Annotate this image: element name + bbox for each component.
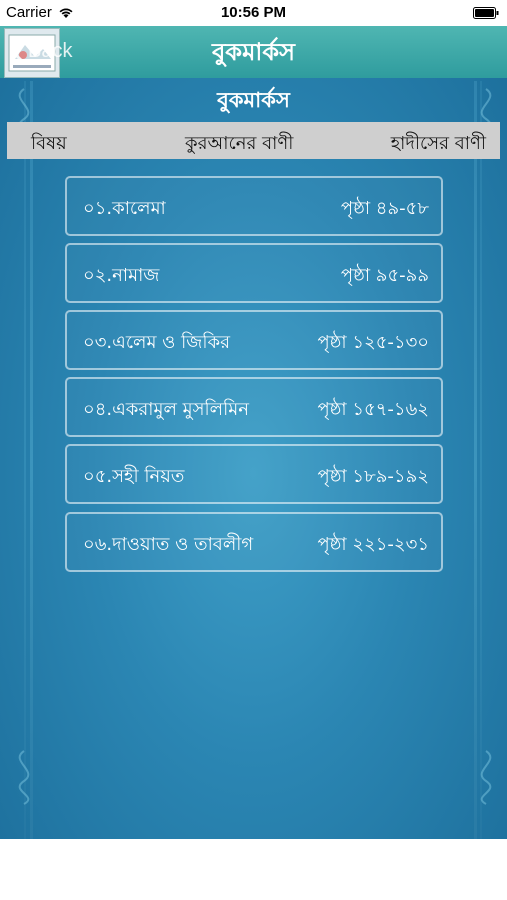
- bookmark-title: ০১.কালেমা: [83, 198, 166, 219]
- battery-icon: [473, 7, 499, 19]
- column-hadith[interactable]: হাদীসের বাণী: [391, 129, 486, 160]
- bookmark-title: ০৪.একরামুল মুসলিমিন: [83, 399, 249, 420]
- bookmark-row[interactable]: ০১.কালেমা পৃষ্ঠা ৪৯-৫৮: [65, 176, 443, 236]
- bookmark-page: পৃষ্ঠা ১২৫-১৩০: [317, 332, 429, 353]
- ornament-icon-bottom-left: [18, 750, 30, 805]
- page-heading: বুকমার্কস: [217, 88, 290, 112]
- bookmark-page: পৃষ্ঠা ৪৯-৫৮: [340, 198, 429, 219]
- navigation-bar: Back বুকমার্কস: [0, 26, 507, 78]
- bookmark-title: ০৩.এলেম ও জিকির: [83, 332, 231, 353]
- frame-border-right-outer: [480, 81, 482, 839]
- frame-border-right: [474, 81, 477, 839]
- bookmark-title: ০৬.দাওয়াত ও তাবলীগ: [83, 534, 254, 555]
- bookmark-title: ০২.নামাজ: [83, 265, 160, 286]
- bookmark-page: পৃষ্ঠা ৯৫-৯৯: [340, 265, 429, 286]
- bookmark-page: পৃষ্ঠা ১৮৯-১৯২: [317, 466, 430, 487]
- column-topic[interactable]: বিষয়: [31, 129, 67, 160]
- bookmark-row[interactable]: ০৫.সহী নিয়ত পৃষ্ঠা ১৮৯-১৯২: [65, 444, 443, 504]
- status-bar: Carrier 10:56 PM: [0, 0, 507, 26]
- bookmark-row[interactable]: ০৪.একরামুল মুসলিমিন পৃষ্ঠা ১৫৭-১৬২: [65, 377, 443, 437]
- frame-border-left-outer: [24, 81, 26, 839]
- ornament-icon-bottom-right: [480, 750, 492, 805]
- status-time: 10:56 PM: [220, 4, 287, 21]
- bookmark-row[interactable]: ০২.নামাজ পৃষ্ঠা ৯৫-৯৯: [65, 243, 443, 303]
- bookmark-page: পৃষ্ঠা ২২১-২৩১: [317, 534, 429, 555]
- bookmark-row[interactable]: ০৩.এলেম ও জিকির পৃষ্ঠা ১২৫-১৩০: [65, 310, 443, 370]
- bookmark-page: পৃষ্ঠা ১৫৭-১৬২: [317, 399, 429, 420]
- nav-title: বুকমার্কস: [211, 38, 296, 66]
- bookmark-title: ০৫.সহী নিয়ত: [83, 466, 185, 487]
- column-quran[interactable]: কুরআনের বাণী: [185, 129, 293, 160]
- frame-border-left: [30, 81, 33, 839]
- columns-header: বিষয় কুরআনের বাণী হাদীসের বাণী: [7, 122, 500, 159]
- bookmark-row[interactable]: ০৬.দাওয়াত ও তাবলীগ পৃষ্ঠা ২২১-২৩১: [65, 512, 443, 572]
- main-content: Back বুকমার্কস বুকমার্কস বিষয় কুরআনের ব…: [0, 26, 507, 839]
